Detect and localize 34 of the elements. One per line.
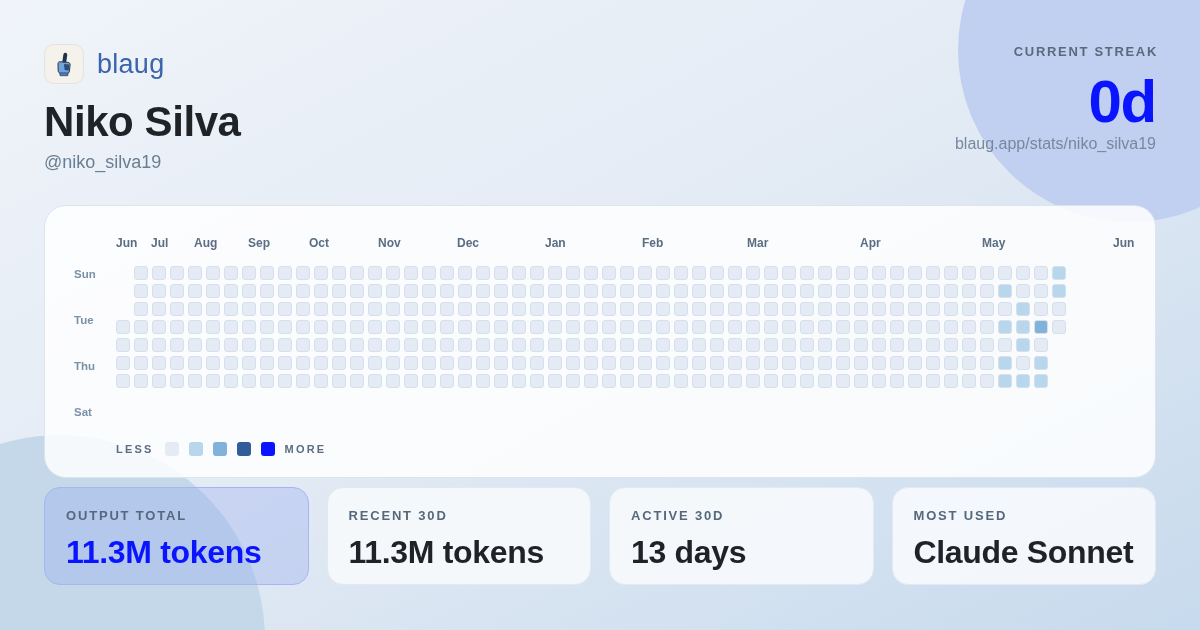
stat-label: RECENT 30D [348, 508, 449, 524]
month-label: Dec [457, 236, 479, 250]
month-label: Jan [545, 236, 566, 250]
profile-name: Niko Silva [44, 98, 241, 146]
profile-url: blaug.app/stats/niko_silva19 [954, 134, 1156, 154]
month-label: Jul [151, 236, 169, 250]
brand-wordmark: blaug [97, 49, 165, 79]
stat-label: OUTPUT TOTAL [66, 508, 189, 524]
month-label: Feb [642, 236, 664, 250]
streak-value: 0d [1088, 72, 1156, 132]
legend-more-label: MORE [284, 442, 327, 456]
month-label: Sep [248, 236, 270, 250]
weekday-label: Thu [74, 359, 96, 373]
month-label: Aug [194, 236, 218, 250]
legend-less-label: LESS [116, 442, 154, 456]
month-label: Jun [116, 236, 138, 250]
pointing-hand-icon [44, 44, 84, 84]
profile-handle: @niko_silva19 [44, 151, 163, 174]
stat-value: 11.3M tokens [348, 534, 545, 570]
weekday-label: Sat [74, 405, 92, 419]
stat-label: ACTIVE 30D [631, 508, 726, 524]
month-label: Mar [747, 236, 769, 250]
month-label: Nov [378, 236, 401, 250]
stat-value: 13 days [631, 534, 748, 570]
streak-label: CURRENT STREAK [1013, 44, 1158, 60]
month-label: Oct [309, 236, 329, 250]
month-label: Apr [860, 236, 881, 250]
month-label: May [982, 236, 1006, 250]
stat-value: 11.3M tokens [66, 534, 263, 570]
stat-label: MOST USED [913, 508, 1009, 524]
weekday-label: Tue [74, 313, 94, 327]
stat-value: Claude Sonnet [913, 534, 1134, 570]
weekday-label: Sun [74, 267, 96, 281]
month-label: Jun [1113, 236, 1135, 250]
